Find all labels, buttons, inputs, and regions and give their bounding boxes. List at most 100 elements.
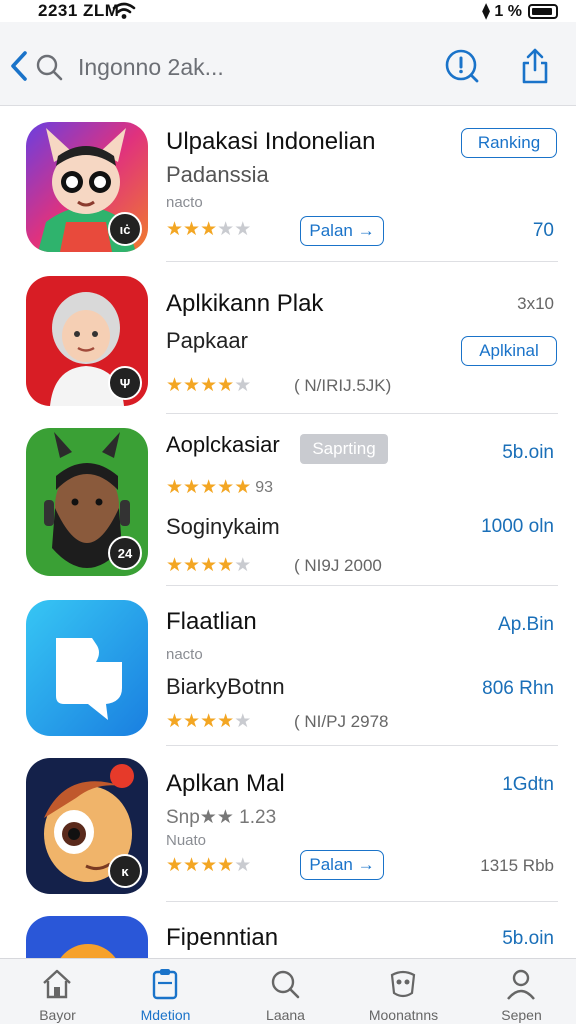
app-title[interactable]: Flaatlian [166,608,257,636]
sponsored-tag: Saprting [300,434,388,464]
app-value: Ap.Bin [498,614,554,635]
open-button[interactable]: Palan → [300,850,384,880]
info-icon[interactable] [444,48,480,84]
star-icon: ★ [200,555,218,576]
star-icon: ★ [234,219,252,240]
star-rating: ★ ★ ★ ★ ★ 93 [166,478,273,498]
woman-icon[interactable]: Ψ [26,276,148,406]
cat-icon[interactable]: ιċ [26,122,148,252]
app-subtitle: Snp★★ 1.23 [166,807,277,828]
app-subtitle: Padanssia [166,162,269,187]
tab-laana[interactable]: Laana [228,959,343,1024]
star-icon: ★ [200,711,218,732]
star-icon: ★ [166,711,184,732]
star-icon: ★ [183,477,201,498]
star-icon: ★ [183,855,201,876]
icon-badge: ĸ [108,854,142,888]
app-meta: ( NI/PJ 2978 [294,712,389,731]
battery-icon [528,3,558,19]
list-item[interactable]: ιċ Ulpakasi Indonelian Padanssia nacto ★… [0,106,576,262]
star-rating: ★ ★ ★ ★ ★ [166,712,251,732]
star-icon: ★ [166,555,184,576]
clipboard-icon [152,969,178,1000]
star-icon: ★ [234,375,252,396]
tab-label: Moonatnns [368,1007,439,1023]
icon-badge: ιċ [108,212,142,246]
status-indicators: ⧫ 1 % [482,3,522,20]
list-item[interactable]: ĸ Aplkan Mal Snp★★ 1.23 Nuato ★ ★ ★ ★ ★ Pala… [0,746,576,902]
star-rating: ★ ★ ★ ★ ★ [166,556,251,576]
star-icon: ★ [217,375,235,396]
app-value: 70 [532,220,554,241]
star-icon: ★ [166,855,184,876]
tab-label: Laana [266,1007,305,1023]
chat-bubble-icon[interactable] [26,600,148,736]
star-icon: ★ [217,555,235,576]
star-icon: ★ [234,855,252,876]
list-item[interactable]: Ψ Aplkikann Plak Papkaar ★ ★ ★ ★ ★ ( N/IRIJ.… [0,262,576,414]
cartoon-face-icon[interactable]: ĸ [26,758,148,894]
status-bar: 2231 ZLM ⧫ 1 % [0,0,576,22]
star-icon: ★ [183,219,201,240]
app-meta: ( NI9J 2000 [294,556,382,575]
tab-label: Mdetion [140,1007,191,1023]
search-icon [271,970,300,999]
back-chevron-icon[interactable] [8,50,30,82]
icon-badge: Ψ [108,366,142,400]
app-title[interactable]: Aplkan Mal [166,770,285,798]
star-rating: ★ ★ ★ ★ ★ [166,220,251,240]
app-value: 5b.oin [502,928,554,949]
list-item[interactable]: Flaatlian nacto BiarkyBotnn ★ ★ ★ ★ ★ ( NI/P… [0,586,576,746]
list-item[interactable]: Fipenntian 5b.oin [0,902,576,958]
rating-count: 93 [255,479,274,496]
star-icon: ★ [217,855,235,876]
nav-title[interactable]: Ingonno 2ak... [78,54,224,81]
star-icon: ★ [200,219,218,240]
app-caption: nacto [166,194,203,211]
icon-badge: 24 [108,536,142,570]
star-icon: ★ [183,555,201,576]
bearded-man-icon[interactable]: 24 [26,428,148,576]
star-icon: ★ [183,375,201,396]
star-icon: ★ [217,477,235,498]
app-caption: nacto [166,646,203,663]
star-icon: ★ [200,477,218,498]
app-value: 1Gdtn [502,774,554,795]
share-icon[interactable] [518,46,552,86]
star-icon: ★ [217,711,235,732]
open-button[interactable]: Palan → [300,216,384,246]
tab-bayor[interactable]: Bayor [0,959,115,1024]
app-meta: ( N/IRIJ.5JK) [294,376,392,395]
star-rating: ★ ★ ★ ★ ★ [166,376,251,396]
app-subtitle: Papkaar [166,328,248,353]
tab-label: Sepen [501,1007,542,1023]
app-title[interactable]: Aplkikann Plak [166,290,323,318]
star-icon: ★ [200,855,218,876]
app-title[interactable]: Fipenntian [166,924,278,952]
app-value-secondary: 1000 oln [481,516,554,537]
app-title[interactable]: Aoplckasiar [166,432,280,458]
wifi-icon [112,2,136,19]
app-tag[interactable]: Aplkinal [461,336,557,366]
app-title[interactable]: Ulpakasi Indonelian [166,128,375,156]
star-icon: ★ [166,219,184,240]
list-item[interactable]: 24 Aoplckasiar Saprting ★ ★ ★ ★ ★ 93 Soginyka… [0,414,576,586]
star-icon: ★ [234,555,252,576]
star-icon: ★ [166,477,184,498]
star-icon: ★ [217,219,235,240]
tab-label: Bayor [39,1007,76,1023]
star-icon: ★ [183,711,201,732]
star-icon: ★ [234,711,252,732]
star-icon: ★ [166,375,184,396]
tab-mdetion[interactable]: Mdetion [108,959,223,1024]
app-subtitle: Soginykaim [166,514,280,539]
tab-moonatnns[interactable]: Moonatnns [346,959,461,1024]
ranking-tag[interactable]: Ranking [461,128,557,158]
emoji-icon[interactable] [26,916,148,958]
app-value-secondary: 1315 Rbb [480,856,554,875]
search-icon[interactable] [34,52,64,82]
app-caption: Nuato [166,832,207,849]
person-icon [507,969,535,1000]
tab-bar: Bayor Mdetion Laana Moonatnns Sepen [0,958,576,1024]
tab-sepen[interactable]: Sepen [464,959,576,1024]
